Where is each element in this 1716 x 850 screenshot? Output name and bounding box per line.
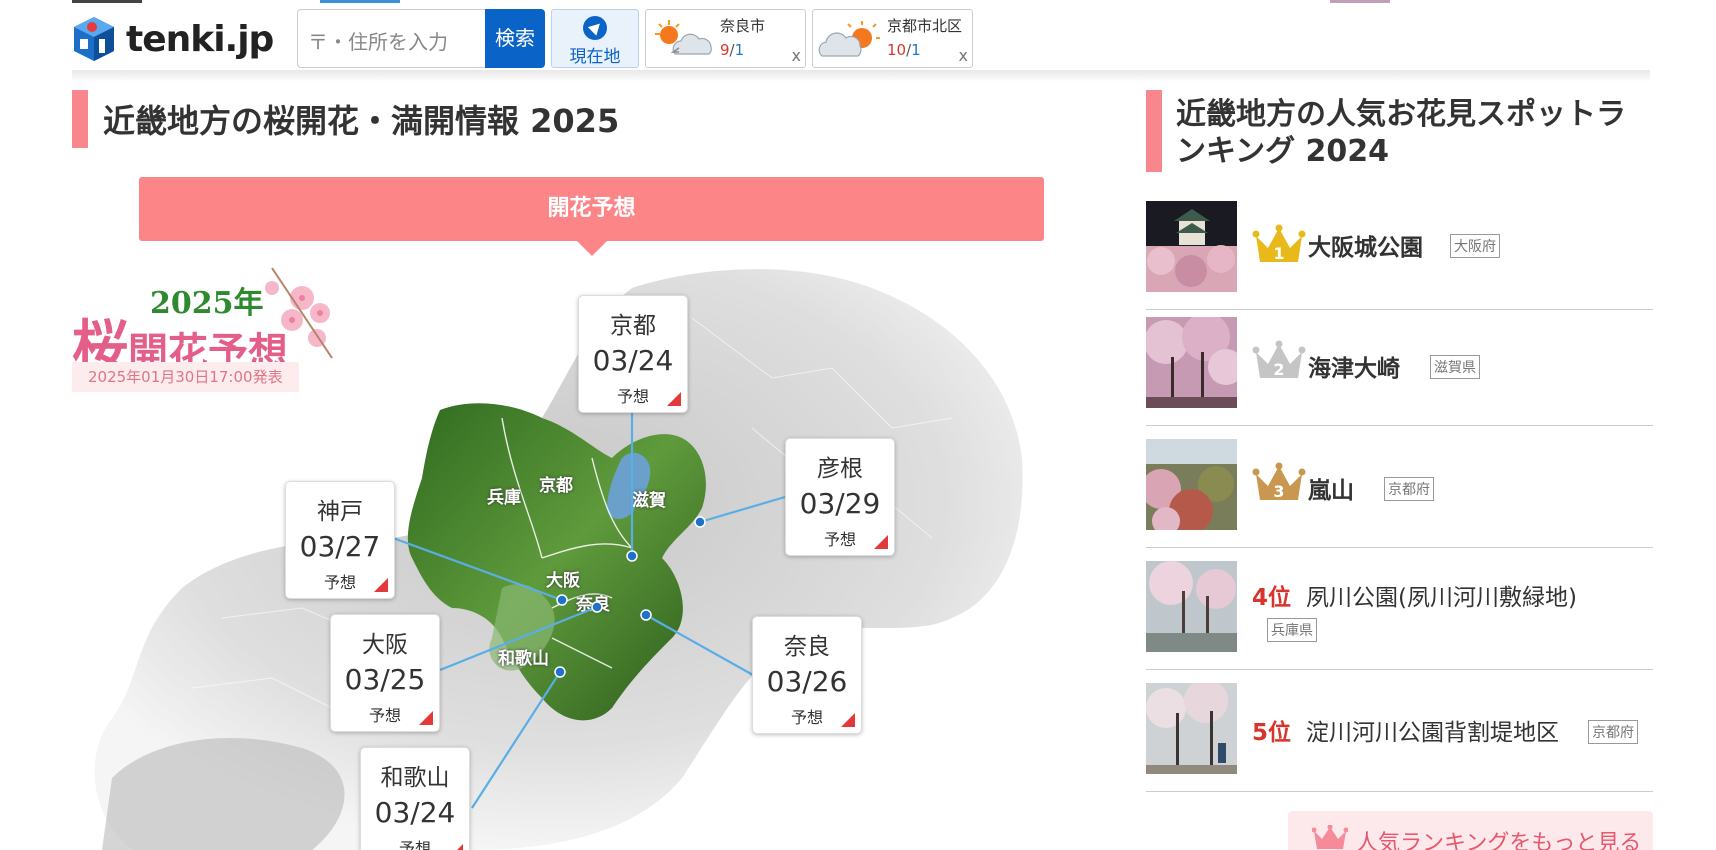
map-dot-nara [640, 609, 652, 621]
spot-name: 淀川河川公園背割堤地区 [1306, 720, 1559, 746]
city-box-osaka[interactable]: 大阪 03/25 予想 [330, 614, 440, 732]
ranking-item[interactable]: 2 海津大崎 滋賀県 [1146, 304, 1653, 426]
city-name: 和歌山 [380, 765, 450, 791]
spot-name: 大阪城公園 [1308, 235, 1423, 261]
ranking-item[interactable]: 5位 淀川河川公園背割堤地区 京都府 [1146, 670, 1653, 792]
city-name: 神戸 [317, 499, 363, 525]
rank-number: 2 [1273, 360, 1284, 379]
prefecture-tag: 大阪府 [1450, 234, 1500, 258]
city-box-nara[interactable]: 奈良 03/26 予想 [752, 616, 862, 734]
rank-number: 1 [1273, 244, 1284, 263]
bloom-date: 03/25 [344, 663, 426, 696]
spot-name: 夙川公園(夙川河川敷緑地) [1306, 585, 1577, 611]
gold-crown-icon: 1 [1252, 224, 1306, 263]
city-box-kyoto[interactable]: 京都 03/24 予想 [578, 295, 688, 413]
spot-name: 嵐山 [1308, 478, 1354, 504]
rank-label: 4位 [1252, 585, 1292, 611]
ranking-item[interactable]: 4位 夙川公園(夙川河川敷緑地) 兵庫県 [1146, 548, 1653, 670]
forecast-issued-date: 2025年01月30日17:00発表 [72, 362, 299, 392]
city-name: 彦根 [817, 456, 863, 482]
map-dot-osaka [591, 601, 603, 613]
rank-label: 5位 [1252, 720, 1292, 746]
city-name: 京都 [610, 313, 656, 339]
ranking-item[interactable]: 1 大阪城公園 大阪府 [1146, 188, 1653, 310]
map-dot-hikone [694, 516, 706, 528]
city-box-kobe[interactable]: 神戸 03/27 予想 [285, 481, 395, 599]
yodogawa-park-photo [1146, 683, 1237, 774]
arashiyama-photo [1146, 439, 1237, 530]
city-name: 大阪 [362, 632, 408, 658]
spot-name: 海津大崎 [1308, 356, 1400, 382]
prefecture-tag: 京都府 [1384, 477, 1434, 501]
corner-arrow-icon [667, 392, 681, 406]
prefecture-tag: 兵庫県 [1267, 618, 1317, 642]
sidebar-title-line1: 近畿地方の人気お花見スポットラ [1176, 97, 1626, 132]
kaizu-osaki-photo [1146, 317, 1237, 408]
osaka-castle-photo [1146, 201, 1237, 292]
prefecture-tag: 滋賀県 [1430, 355, 1480, 379]
more-ranking-label: 人気ランキングをもっと見る [1356, 831, 1642, 850]
rank-number: 3 [1273, 482, 1284, 501]
map-dot-kobe [556, 594, 568, 606]
bloom-date: 03/26 [766, 665, 848, 698]
forecast-badge: 2025年 桜開花予想 2025年01月30日17:00発表 [72, 258, 333, 393]
ranking-item[interactable]: 3 嵐山 京都府 [1146, 426, 1653, 548]
corner-arrow-icon [841, 713, 855, 727]
corner-arrow-icon [449, 844, 463, 850]
sidebar-title-line2: ンキング 2024 [1176, 134, 1390, 169]
bloom-date: 03/29 [799, 487, 881, 520]
corner-arrow-icon [374, 578, 388, 592]
sidebar-title: 近畿地方の人気お花見スポットラ ンキング 2024 [1176, 96, 1656, 170]
city-box-hikone[interactable]: 彦根 03/29 予想 [785, 438, 895, 556]
corner-arrow-icon [419, 711, 433, 725]
map-dot-kyoto [626, 550, 638, 562]
bronze-crown-icon: 3 [1252, 462, 1306, 501]
crown-icon [1312, 825, 1348, 849]
more-ranking-button[interactable]: 人気ランキングをもっと見る [1288, 811, 1653, 850]
shukugawa-park-photo [1146, 561, 1237, 652]
map-dot-wakayama [554, 666, 566, 678]
silver-crown-icon: 2 [1252, 340, 1306, 379]
bloom-date: 03/24 [374, 796, 456, 829]
bloom-date: 03/27 [299, 530, 381, 563]
city-box-wakayama[interactable]: 和歌山 03/24 予想 [360, 747, 470, 850]
prefecture-tag: 京都府 [1588, 720, 1638, 744]
bloom-date: 03/24 [592, 344, 674, 377]
city-name: 奈良 [784, 634, 830, 660]
sidebar-accent-bar [1146, 90, 1162, 172]
corner-arrow-icon [874, 535, 888, 549]
